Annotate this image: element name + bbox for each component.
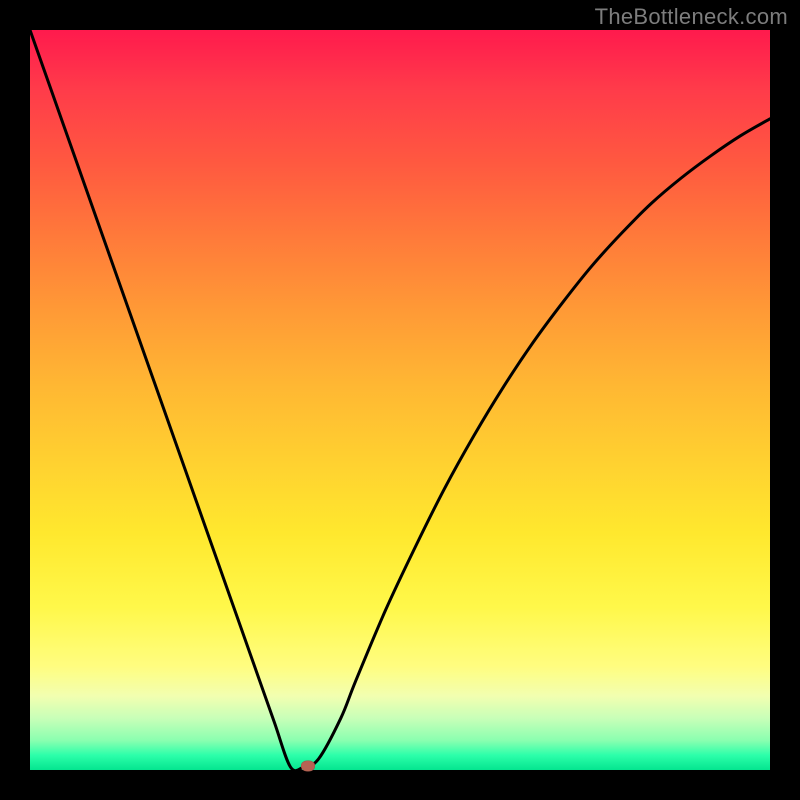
chart-frame: TheBottleneck.com: [0, 0, 800, 800]
optimal-point-marker: [301, 760, 315, 771]
plot-area: [30, 30, 770, 770]
watermark-label: TheBottleneck.com: [595, 4, 788, 30]
bottleneck-curve: [30, 30, 770, 770]
